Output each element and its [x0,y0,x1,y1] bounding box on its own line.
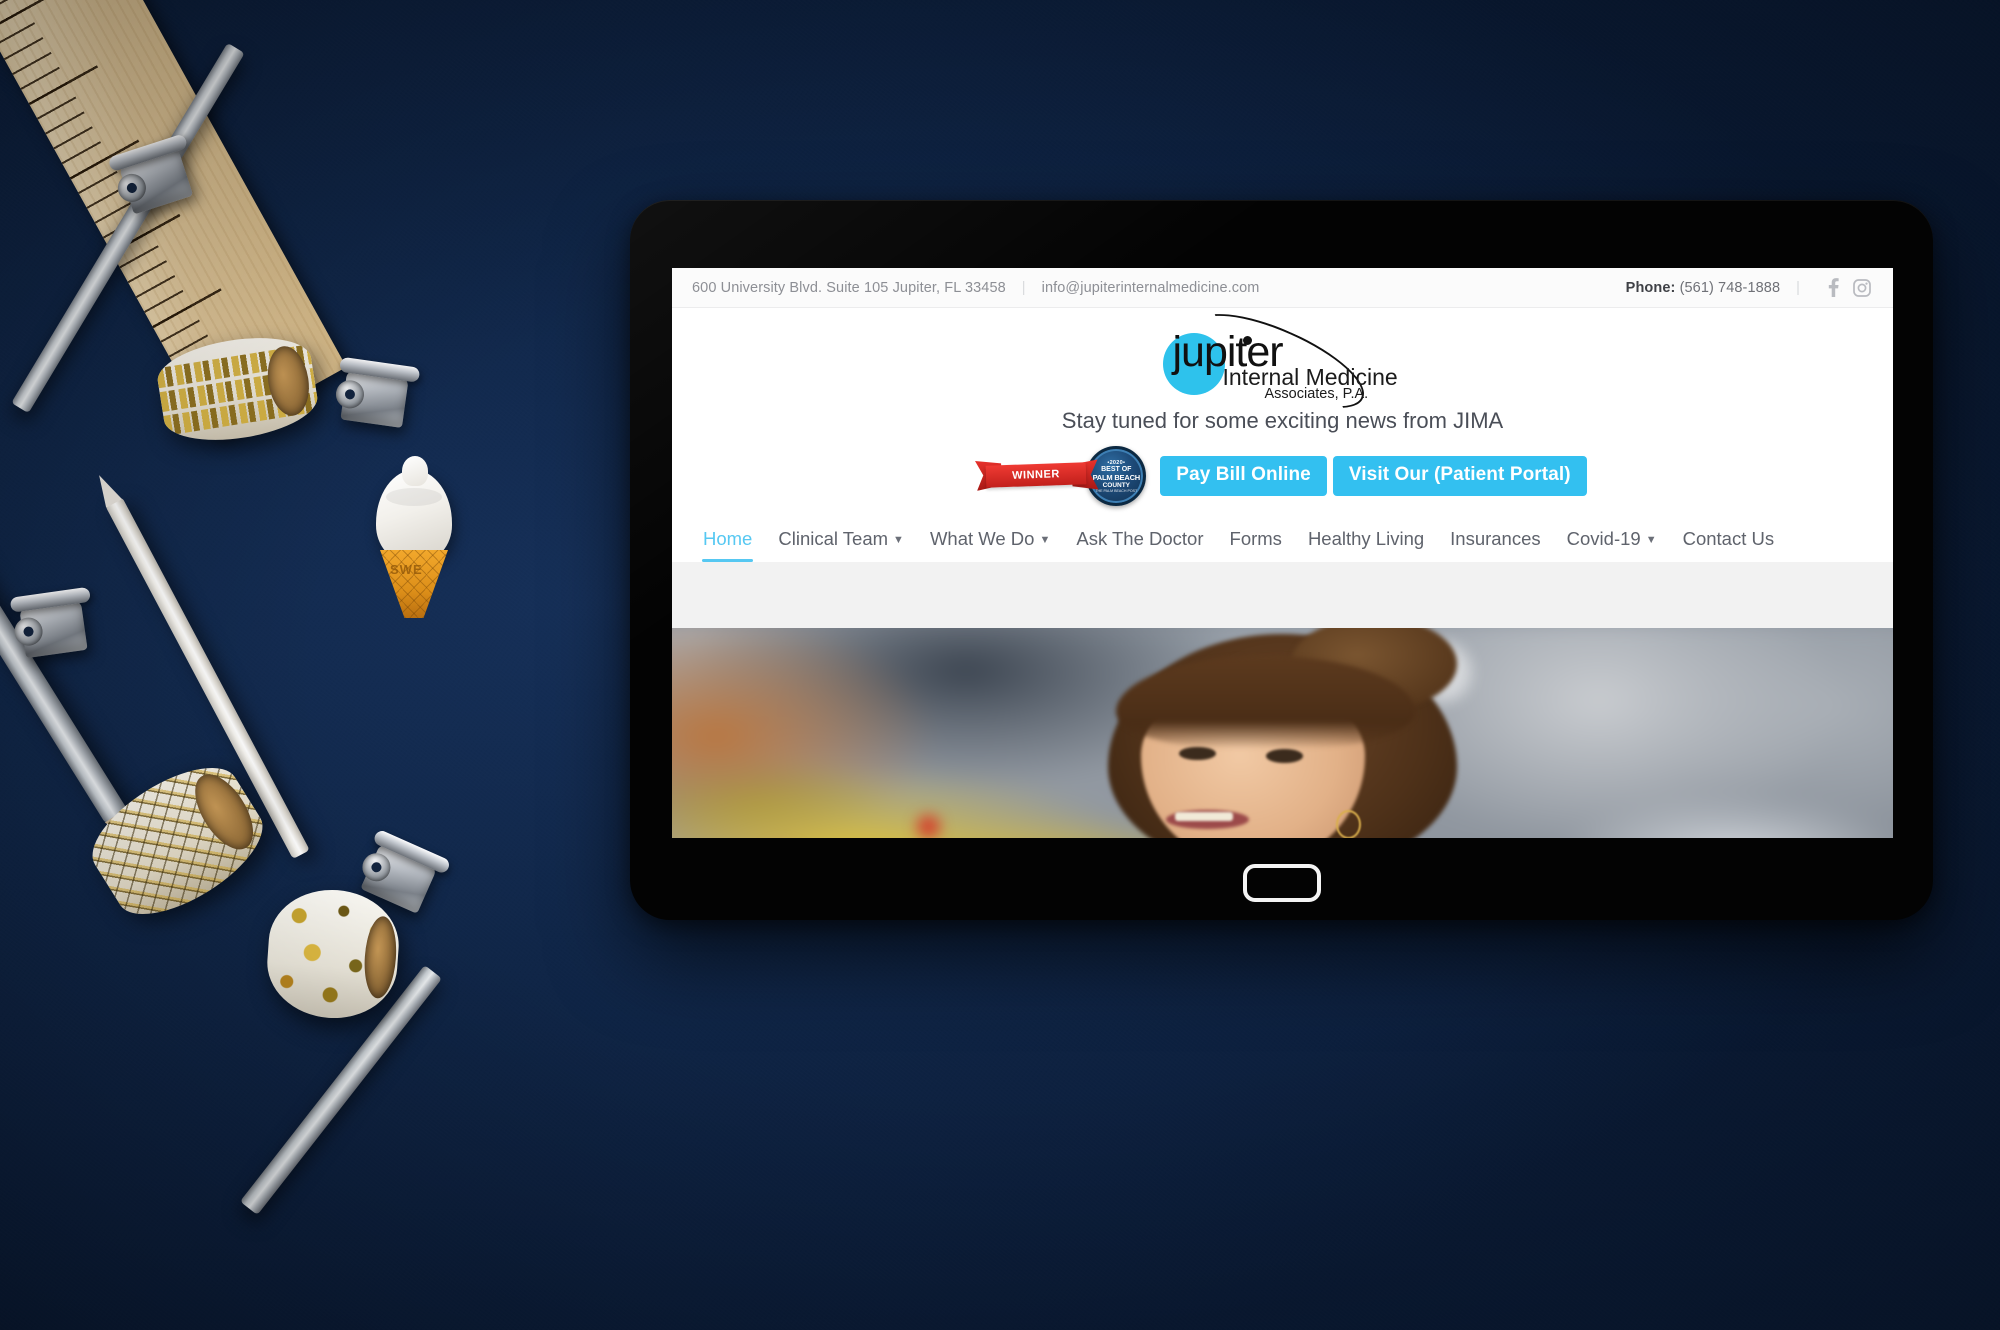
tablet-device: 600 University Blvd. Suite 105 Jupiter, … [630,200,1933,920]
nav-item-forms[interactable]: Forms [1217,520,1295,562]
nav-label: What We Do [929,528,1035,549]
ice-cream-cone-eraser-prop: SWE [368,456,460,620]
tablet-home-button[interactable] [1242,864,1321,902]
nav-item-clinical-team[interactable]: Clinical Team ▼ [765,520,917,562]
hero-slider [672,628,1893,838]
cone-label: SWE [390,562,423,577]
office-address: 600 University Blvd. Suite 105 Jupiter, … [692,279,1006,296]
nav-label: Contact Us [1682,528,1775,549]
pay-bill-online-button[interactable]: Pay Bill Online [1160,456,1327,496]
nav-item-covid-19[interactable]: Covid-19 ▼ [1554,520,1670,562]
site-topbar: 600 University Blvd. Suite 105 Jupiter, … [672,268,1893,308]
nav-item-home[interactable]: Home [690,520,765,562]
site-logo[interactable]: jupiter Internal Medicine Associates, P.… [1157,295,1409,427]
chevron-down-icon: ▼ [1039,534,1051,546]
seal-line-2: PALM BEACH [1092,472,1141,482]
nav-label: Clinical Team [778,528,889,549]
facebook-icon[interactable] [1828,278,1839,297]
nav-label: Insurances [1450,528,1541,549]
seal-line-4: THE PALM BEACH POST [1095,488,1138,493]
tablet-screen: 600 University Blvd. Suite 105 Jupiter, … [672,268,1893,838]
nav-label: Ask The Doctor [1076,528,1204,549]
chevron-down-icon: ▼ [1645,534,1657,546]
seal-line-1: BEST OF [1101,465,1132,473]
cta-row: WINNER •2020• BEST OF PALM BEACH COUNTY … [672,446,1893,506]
nav-label: Home [703,528,753,549]
nav-label: Forms [1229,528,1282,549]
social-links [1828,278,1871,297]
main-navigation: Home Clinical Team ▼ What We Do ▼ Ask Th… [672,520,1893,562]
nav-item-contact-us[interactable]: Contact Us [1670,520,1788,562]
binder-clip-prop [3,582,105,670]
phone-label: Phone: [1625,279,1676,296]
instagram-icon[interactable] [1853,278,1871,297]
announcement-tagline: Stay tuned for some exciting news from J… [1061,408,1504,433]
nav-label: Covid-19 [1566,528,1641,549]
seal-line-3: COUNTY [1102,481,1131,489]
nav-item-what-we-do[interactable]: What We Do ▼ [917,520,1063,562]
nav-item-insurances[interactable]: Insurances [1437,520,1554,562]
best-of-palm-beach-seal: •2020• BEST OF PALM BEACH COUNTY THE PAL… [1086,446,1147,506]
hero-subject-person [1075,628,1490,838]
binder-clip-prop [325,352,427,440]
content-spacer-band [672,562,1893,628]
office-phone[interactable]: Phone: (561) 748-1888 [1626,280,1780,296]
topbar-separator-2: | [1796,279,1800,296]
nav-label: Healthy Living [1307,528,1425,549]
office-email[interactable]: info@jupiterinternalmedicine.com [1042,280,1260,296]
phone-number: (561) 748-1888 [1679,279,1781,296]
logo-line-2: Associates, P.A. [1264,386,1369,402]
ribbon-text: WINNER [985,462,1087,488]
chevron-down-icon: ▼ [893,534,904,546]
winner-ribbon-badge: WINNER [978,456,1094,496]
site-logo-area: jupiter Internal Medicine Associates, P.… [672,295,1893,427]
washi-tape-dots-prop [263,885,403,1023]
nav-item-ask-the-doctor[interactable]: Ask The Doctor [1063,520,1216,562]
nav-item-healthy-living[interactable]: Healthy Living [1295,520,1437,562]
topbar-separator: | [1021,279,1026,296]
patient-portal-button[interactable]: Visit Our (Patient Portal) [1332,456,1587,496]
